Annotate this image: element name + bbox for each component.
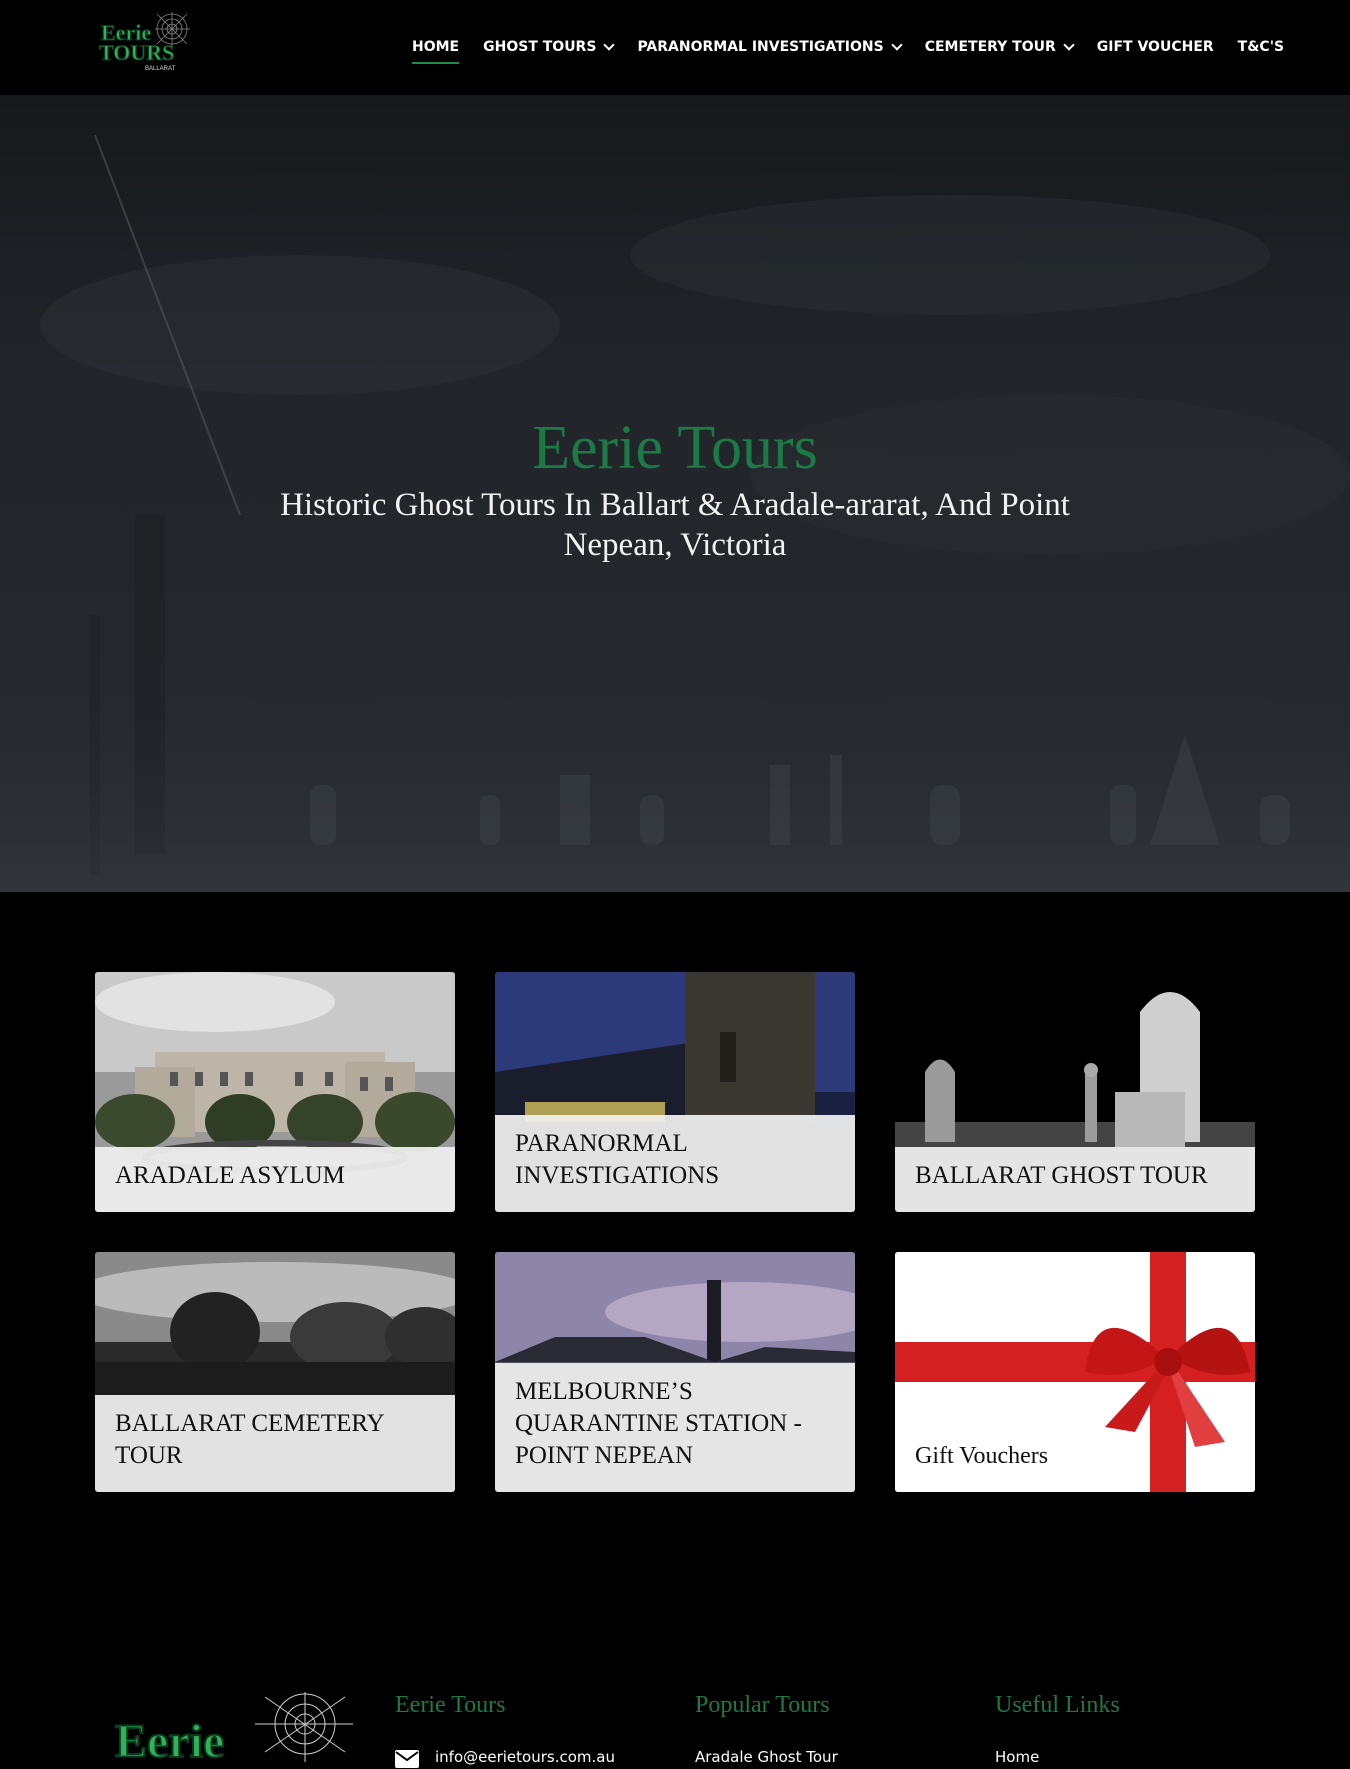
footer-heading-eerie-tours: Eerie Tours — [395, 1692, 506, 1718]
nav-item-gift-voucher[interactable]: GIFT VOUCHER — [1097, 36, 1214, 58]
card-paranormal-investigations[interactable]: PARANORMAL INVESTIGATIONS — [495, 972, 855, 1212]
card-title: ARADALE ASYLUM — [115, 1162, 345, 1189]
chevron-down-icon — [1063, 38, 1075, 51]
nav-item-label: GIFT VOUCHER — [1096, 39, 1214, 55]
logo-text-ballarat: BALLARAT — [145, 66, 176, 72]
footer-logo[interactable]: Eerie — [95, 1692, 353, 1769]
card-title: BALLARAT CEMETERY TOUR — [115, 1410, 384, 1469]
footer-link-aradale-ghost-tour[interactable]: Aradale Ghost Tour — [695, 1748, 838, 1766]
card-title: BALLARAT GHOST TOUR — [915, 1162, 1208, 1189]
site-logo[interactable]: Eerie TOURS BALLARAT — [95, 12, 195, 74]
card-title: MELBOURNE’S QUARANTINE STATION - POINT N… — [515, 1378, 802, 1469]
card-caption: ARADALE ASYLUM — [95, 1147, 455, 1212]
card-title: Gift Vouchers — [915, 1443, 1049, 1469]
card-caption: BALLARAT CEMETERY TOUR — [95, 1395, 455, 1492]
nav-item-label: PARANORMAL INVESTIGATIONS — [637, 39, 884, 55]
main-nav: HOME GHOST TOURS PARANORMAL INVESTIGATIONS… — [412, 36, 1308, 66]
nav-item-label: GHOST TOURS — [483, 39, 597, 55]
card-caption: BALLARAT GHOST TOUR — [895, 1147, 1255, 1212]
chevron-down-icon — [603, 38, 616, 51]
nav-item-ghost-tours[interactable]: GHOST TOURS — [483, 36, 616, 58]
footer-email-link[interactable]: info@eerietours.com.au — [435, 1748, 615, 1766]
card-ballarat-cemetery-tour[interactable]: BALLARAT CEMETERY TOUR — [95, 1252, 455, 1492]
nav-item-t-c-s[interactable]: T&C'S — [1238, 36, 1284, 58]
site-header: Eerie TOURS BALLARAT HOME GHOST TOURS PARA… — [0, 0, 1350, 95]
nav-item-cemetery-tour[interactable]: CEMETERY TOUR — [924, 36, 1075, 58]
card-caption: MELBOURNE’S QUARANTINE STATION - POINT N… — [495, 1363, 855, 1492]
footer-heading-popular-tours: Popular Tours — [695, 1692, 830, 1718]
logo-text-tours: TOURS — [99, 40, 174, 65]
hero-subtitle: Historic Ghost Tours In Ballart & Aradal… — [280, 487, 1070, 563]
card-caption: PARANORMAL INVESTIGATIONS — [495, 1115, 855, 1212]
nav-item-label: T&C'S — [1237, 39, 1285, 55]
nav-item-home[interactable]: HOME — [412, 36, 460, 64]
nav-item-paranormal-investigations[interactable]: PARANORMAL INVESTIGATIONS — [637, 36, 903, 58]
card-ballarat-ghost-tour[interactable]: BALLARAT GHOST TOUR — [895, 972, 1255, 1212]
card-aradale-asylum[interactable]: ARADALE ASYLUM — [95, 972, 455, 1212]
footer-link-home[interactable]: Home — [995, 1748, 1039, 1766]
chevron-down-icon — [891, 38, 903, 51]
nav-item-label: CEMETERY TOUR — [924, 39, 1056, 55]
nav-item-label: HOME — [412, 39, 460, 55]
hero-title: Eerie Tours — [532, 414, 818, 482]
footer-logo-text: Eerie — [115, 1715, 224, 1768]
hero-section: Eerie Tours Historic Ghost Tours In Ball… — [0, 95, 1350, 892]
card-gift-vouchers[interactable]: Gift Vouchers — [895, 1252, 1255, 1492]
footer-heading-useful-links: Useful Links — [995, 1692, 1120, 1718]
card-quarantine-station[interactable]: MELBOURNE’S QUARANTINE STATION - POINT N… — [495, 1252, 855, 1492]
card-caption: Gift Vouchers — [895, 1427, 1255, 1492]
mail-icon — [395, 1750, 419, 1768]
card-title: PARANORMAL INVESTIGATIONS — [515, 1130, 720, 1189]
